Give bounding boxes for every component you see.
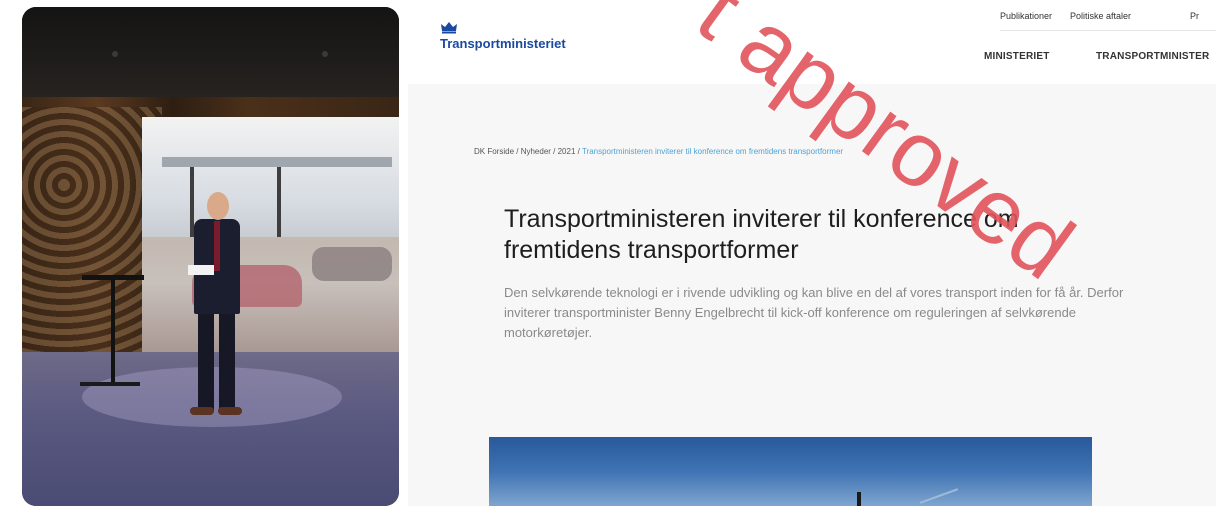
speaker-tie [214,221,220,271]
ceiling-lamp [112,51,118,57]
crown-icon[interactable] [440,20,458,37]
util-link-publikationer[interactable]: Publikationer [1000,11,1052,21]
speaker-shoe [218,407,242,415]
breadcrumb-link-forside[interactable]: DK Forside [474,147,514,156]
screen-bridge [162,157,392,167]
util-link-truncated[interactable]: Pr [1190,11,1199,21]
site-header: Transportministeriet Publikationer Polit… [408,0,1216,84]
website-screenshot: Transportministeriet Publikationer Polit… [408,0,1216,506]
nav-transportminister[interactable]: TRANSPORTMINISTER [1096,51,1209,62]
ceiling-lamp [322,51,328,57]
speaker-leg [198,312,214,412]
breadcrumb-separator: / [514,147,521,156]
screen-pole [277,167,281,247]
podium-base [80,382,140,386]
article-title: Transportministeren inviterer til konfer… [504,205,1019,264]
podium-leg [111,279,115,384]
article-lead: Den selvkørende teknologi er i rivende u… [504,285,1124,340]
screen-car [312,247,392,281]
breadcrumb: DK Forside / Nyheder / 2021 / Transportm… [474,147,843,156]
article-hero-image [489,437,1092,506]
breadcrumb-separator: / [550,147,558,156]
speaker-photo [22,7,399,506]
breadcrumb-link-2021[interactable]: 2021 [558,147,576,156]
breadcrumb-current: Transportministeren inviterer til konfer… [581,147,844,156]
utility-nav: Publikationer Politiske aftaler Pr [1000,0,1216,31]
photo-wall-pattern [22,107,162,367]
hero-structure [857,492,861,506]
speaker-head [207,192,229,220]
breadcrumb-link-nyheder[interactable]: Nyheder [521,147,551,156]
site-logo[interactable]: Transportministeriet [440,36,566,51]
util-link-politiske-aftaler[interactable]: Politiske aftaler [1070,11,1131,21]
speaker-shoe [190,407,214,415]
nav-ministeriet[interactable]: MINISTERIET [984,51,1050,62]
hero-cable [919,488,959,504]
speaker-paper [188,265,214,275]
speaker-leg [219,312,235,412]
